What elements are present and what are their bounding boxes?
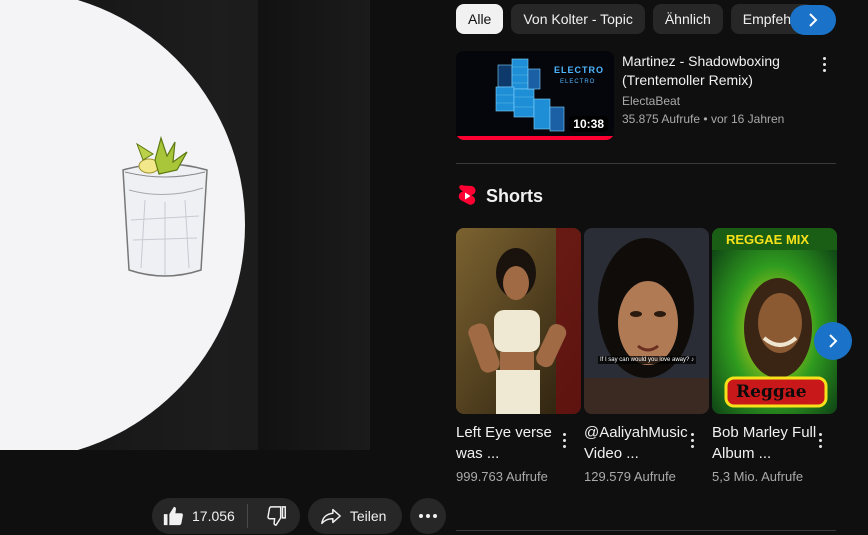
short-badge-text: Reggae [736,382,807,402]
short-thumbnail-art [584,228,709,414]
share-button[interactable]: Teilen [307,498,403,534]
share-icon [320,508,341,525]
watch-progress-bar [456,136,614,140]
video-views: 35.875 Aufrufe [622,112,701,126]
chips-next-button[interactable] [790,5,836,35]
short-views: 5,3 Mio. Aufrufe [712,469,804,484]
recommended-video[interactable]: ELECTRO ELECTRO 10:38 Martinez - Shadowb… [456,51,836,141]
video-meta: 35.875 Aufrufe • vor 16 Jahren [622,112,784,126]
short-title[interactable]: Bob Marley Full Album ... [712,422,817,464]
chevron-right-icon [829,334,838,348]
video-thumbnail[interactable]: ELECTRO ELECTRO 10:38 [456,51,614,140]
video-frame[interactable] [0,0,370,450]
like-dislike-divider [246,504,248,528]
chevron-right-icon [809,13,818,27]
short-title[interactable]: Left Eye verse was ... [456,422,561,464]
thumbnail-logo-subtext: ELECTRO [560,79,596,85]
short-menu-icon[interactable] [819,433,823,448]
shorts-heading: Shorts [486,185,544,206]
video-age: vor 16 Jahren [710,112,785,126]
video-actions: 17.056 Teilen [152,498,447,534]
thumbnail-logo-text: ELECTRO [554,65,605,75]
chip-related[interactable]: Ähnlich [652,4,723,34]
video-duration: 10:38 [569,116,608,132]
shorts-header: Shorts [458,185,543,207]
chip-all[interactable]: Alle [456,4,504,34]
cocktail-glass-illustration [122,135,208,277]
short-views: 999.763 Aufrufe [456,469,548,484]
short-thumbnail[interactable]: REGGAE MIX Reggae [712,228,837,414]
filter-chips: Alle Von Kolter - Topic Ähnlich Empfehlu [456,4,814,36]
short-views: 129.579 Aufrufe [584,469,676,484]
related-sidebar: Alle Von Kolter - Topic Ähnlich Empfehlu [440,0,868,535]
video-title[interactable]: Martinez - Shadowboxing (Trentemoller Re… [622,52,812,90]
share-label: Teilen [349,508,387,524]
short-caption-text: If I say can would you love away? ♪ [598,356,696,364]
short-item[interactable]: Left Eye verse was ... 999.763 Aufrufe [456,228,581,484]
short-thumbnail-art [456,228,581,414]
like-count[interactable]: 17.056 [192,508,235,524]
section-divider [456,163,836,164]
video-channel[interactable]: ElectaBeat [622,94,680,108]
like-dislike-group: 17.056 [152,498,300,534]
video-shadow [258,0,370,450]
section-divider [456,530,836,531]
video-menu-icon[interactable] [823,57,827,72]
short-title[interactable]: @AaliyahMusicVideo ... [584,422,689,464]
short-banner-text: REGGAE MIX [726,232,810,247]
short-thumbnail[interactable]: If I say can would you love away? ♪ [584,228,709,414]
thumbs-up-icon[interactable] [162,505,184,527]
more-horizontal-icon [419,514,438,518]
shorts-next-button[interactable] [814,322,852,360]
short-thumbnail[interactable] [456,228,581,414]
thumbs-down-icon[interactable] [266,505,288,527]
short-menu-icon[interactable] [691,433,695,448]
short-item[interactable]: If I say can would you love away? ♪ @Aal… [584,228,709,484]
short-menu-icon[interactable] [563,433,567,448]
shorts-logo-icon [458,185,476,205]
vinyl-record-image [0,0,245,450]
short-item[interactable]: REGGAE MIX Reggae Bob Marley Full Album … [712,228,837,484]
video-player[interactable]: 17.056 Teilen [0,0,447,535]
chip-from-channel[interactable]: Von Kolter - Topic [511,4,645,34]
meta-separator-dot: • [703,112,711,126]
